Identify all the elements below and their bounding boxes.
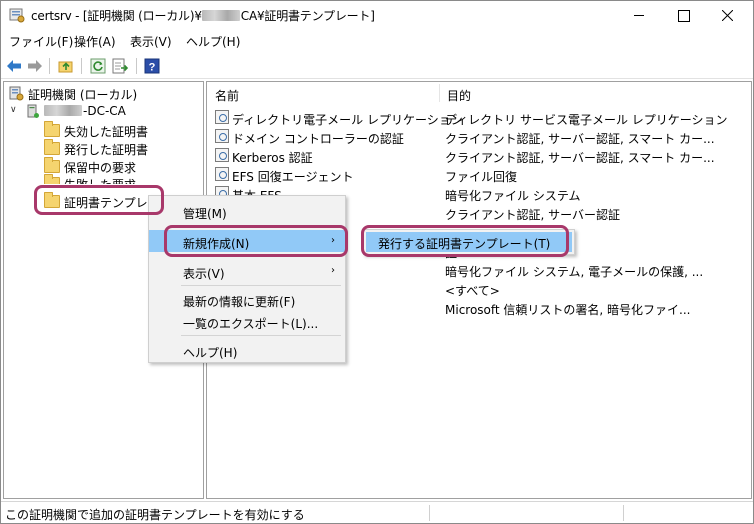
menu-file[interactable]: ファイル(F): [9, 33, 73, 50]
template-purpose: Microsoft 信頼リストの署名, 暗号化ファイ...: [445, 303, 691, 317]
list-item[interactable]: Kerberos 認証 クライアント認証, サーバー認証, スマート カー...: [207, 146, 751, 165]
tree-item-label: 失敗した要求: [64, 176, 136, 184]
status-text: この証明機関で追加の証明書テンプレートを有効にする: [5, 508, 305, 522]
context-menu-label: ヘルプ(H): [183, 346, 238, 360]
context-menu-help[interactable]: ヘルプ(H): [149, 339, 345, 361]
menu-bar: ファイル(F) 操作(A) 表示(V) ヘルプ(H): [1, 29, 753, 51]
menu-view[interactable]: 表示(V): [130, 33, 172, 50]
ca-server-icon: [9, 86, 24, 101]
certificate-template-icon: [215, 148, 229, 162]
title-bar: certsrv - [証明機関 (ローカル)¥ CA¥証明書テンプレート]: [1, 1, 753, 29]
context-menu: 管理(M) 新規作成(N) › 表示(V) › 最新の情報に更新(F) 一覧のエ…: [148, 195, 346, 363]
submenu-arrow-icon: ›: [331, 265, 335, 276]
folder-icon: [44, 174, 60, 184]
context-menu-view[interactable]: 表示(V) ›: [149, 260, 345, 282]
minimize-button[interactable]: [617, 1, 661, 29]
tree-item-issued[interactable]: 発行した証明書: [44, 139, 199, 157]
close-button[interactable]: [705, 1, 749, 29]
template-purpose: クライアント認証, サーバー認証, スマート カー...: [445, 132, 715, 146]
tree-root[interactable]: 証明機関 (ローカル): [8, 84, 198, 102]
back-arrow-icon[interactable]: [5, 57, 23, 75]
context-menu-label: 最新の情報に更新(F): [183, 295, 296, 309]
context-menu-label: 表示(V): [183, 267, 225, 281]
tree-item-pending[interactable]: 保留中の要求: [44, 157, 199, 175]
redacted-name: [44, 105, 82, 116]
template-purpose: ディレクトリ サービス電子メール レプリケーション: [445, 113, 728, 127]
template-purpose: クライアント認証, サーバー認証: [445, 208, 621, 222]
context-menu-export-list[interactable]: 一覧のエクスポート(L)...: [149, 310, 345, 332]
folder-icon: [44, 139, 60, 155]
template-name: ドメイン コントローラーの認証: [232, 132, 404, 146]
forward-arrow-icon[interactable]: [26, 57, 44, 75]
certsrv-app-icon: [9, 8, 25, 23]
status-bar: この証明機関で追加の証明書テンプレートを有効にする: [1, 501, 753, 523]
template-purpose: クライアント認証, サーバー認証, スマート カー...: [445, 151, 715, 165]
menu-separator: [181, 335, 341, 336]
expand-caret-icon[interactable]: ∨: [10, 105, 17, 115]
folder-icon: [44, 121, 60, 137]
column-header-purpose[interactable]: 目的: [439, 82, 751, 104]
tree-item-label: 発行した証明書: [64, 143, 149, 157]
tree-root-label: 証明機関 (ローカル): [28, 88, 138, 102]
template-purpose: 暗号化ファイル システム, 電子メールの保護, ...: [445, 265, 704, 279]
context-menu-manage[interactable]: 管理(M): [149, 200, 345, 222]
svg-text:?: ?: [149, 62, 156, 74]
toolbar-separator: [81, 58, 82, 74]
window-title: certsrv - [証明機関 (ローカル)¥ CA¥証明書テンプレート]: [31, 9, 375, 23]
app-window: certsrv - [証明機関 (ローカル)¥ CA¥証明書テンプレート] ファイ…: [0, 0, 754, 524]
tree-item-revoked[interactable]: 失効した証明書: [44, 121, 199, 139]
refresh-icon[interactable]: [89, 57, 107, 75]
certificate-template-icon: [215, 110, 229, 124]
context-menu-label: 管理(M): [183, 207, 227, 221]
certificate-template-icon: [215, 129, 229, 143]
template-name: ディレクトリ電子メール レプリケーション: [232, 113, 463, 127]
export-list-icon[interactable]: [111, 57, 129, 75]
toolbar-separator: [49, 58, 50, 74]
template-purpose: ファイル回復: [445, 170, 518, 184]
redacted-name: [201, 10, 240, 21]
toolbar: ?: [1, 53, 753, 79]
tree-item-failed[interactable]: 失敗した要求: [44, 174, 199, 184]
menu-help[interactable]: ヘルプ(H): [186, 33, 240, 50]
template-purpose: <すべて>: [445, 284, 500, 298]
template-name: EFS 回復エージェント: [232, 170, 354, 184]
certificate-template-icon: [215, 167, 229, 181]
template-purpose: 暗号化ファイル システム: [445, 189, 581, 203]
tree-item-label: 失効した証明書: [64, 125, 149, 139]
list-item[interactable]: ドメイン コントローラーの認証 クライアント認証, サーバー認証, スマート カ…: [207, 127, 751, 146]
annotation-ring-new: [164, 225, 348, 257]
list-item[interactable]: EFS 回復エージェント ファイル回復: [207, 165, 751, 184]
toolbar-separator: [136, 58, 137, 74]
context-menu-refresh[interactable]: 最新の情報に更新(F): [149, 288, 345, 310]
context-menu-label: 一覧のエクスポート(L)...: [183, 317, 319, 331]
maximize-button[interactable]: [661, 1, 705, 29]
annotation-ring-cert-templates: [34, 185, 164, 215]
column-header-name[interactable]: 名前: [207, 82, 439, 104]
close-icon: [722, 10, 733, 21]
tree-ca-node[interactable]: ∨ -DC-CA: [8, 102, 198, 120]
help-icon[interactable]: ?: [143, 57, 161, 75]
tree-ca-label: -DC-CA: [44, 104, 126, 118]
template-name: Kerberos 認証: [232, 151, 313, 165]
ca-server-icon: [27, 104, 39, 118]
annotation-ring-issue-template: [361, 225, 569, 257]
list-item[interactable]: ディレクトリ電子メール レプリケーション ディレクトリ サービス電子メール レプ…: [207, 108, 751, 127]
up-folder-icon[interactable]: [57, 57, 75, 75]
status-separator: [429, 505, 430, 521]
menu-separator: [181, 285, 341, 286]
menu-action[interactable]: 操作(A): [74, 33, 116, 50]
status-separator: [623, 505, 624, 521]
folder-icon: [44, 157, 60, 173]
